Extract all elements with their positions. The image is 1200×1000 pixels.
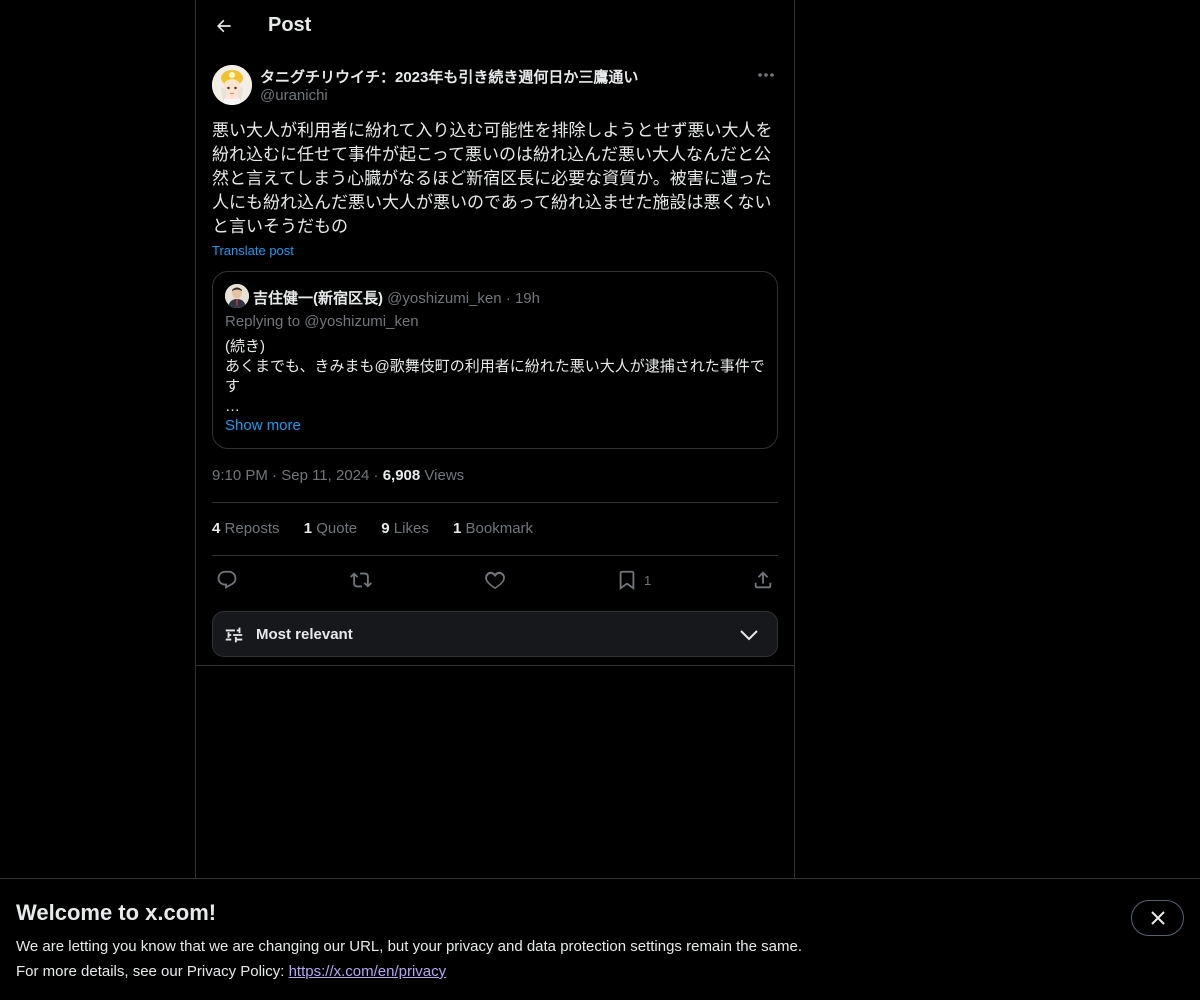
bookmark-icon bbox=[619, 570, 635, 591]
post-date[interactable]: Sep 11, 2024 bbox=[281, 467, 369, 484]
post-meta: 9:10 PM · Sep 11, 2024 · 6,908 Views bbox=[212, 467, 464, 484]
engagement-stats: 4 Reposts 1 Quote 9 Likes 1 Bookmark bbox=[212, 520, 553, 537]
main-column: Post タニグチリウイチ：2023年も引き続き週何日か三鷹通い @uranic… bbox=[195, 0, 795, 1000]
reply-icon bbox=[217, 570, 237, 589]
welcome-banner: Welcome to x.com! We are letting you kno… bbox=[0, 878, 1200, 1000]
share-icon bbox=[754, 571, 772, 589]
quote-meta: 吉住健一(新宿区長) @yoshizumi_ken · 19h bbox=[253, 287, 540, 308]
heart-icon bbox=[485, 571, 505, 589]
divider bbox=[212, 502, 778, 503]
like-button[interactable] bbox=[484, 566, 506, 594]
banner-close-button[interactable] bbox=[1131, 900, 1184, 936]
quotes-stat[interactable]: 1 Quote bbox=[304, 520, 357, 537]
reposts-stat[interactable]: 4 Reposts bbox=[212, 520, 280, 537]
banner-title: Welcome to x.com! bbox=[16, 900, 217, 925]
quote-replying-to: Replying to @yoshizumi_ken bbox=[225, 313, 419, 330]
section-divider bbox=[196, 665, 794, 666]
meta-separator: · bbox=[373, 467, 379, 484]
repost-icon bbox=[350, 572, 372, 588]
quote-time: 19h bbox=[514, 290, 540, 307]
author-avatar[interactable] bbox=[212, 65, 252, 105]
quote-author-name: 吉住健一(新宿区長) bbox=[253, 290, 383, 307]
sliders-icon bbox=[225, 627, 243, 643]
sort-replies-dropdown[interactable]: Most relevant bbox=[212, 611, 778, 657]
meta-separator: · bbox=[272, 467, 278, 484]
share-button[interactable] bbox=[752, 566, 774, 594]
translate-post-link[interactable]: Translate post bbox=[212, 243, 294, 258]
views-count: 6,908 bbox=[382, 467, 421, 484]
avatar-image bbox=[212, 65, 252, 105]
post-time[interactable]: 9:10 PM bbox=[212, 467, 268, 484]
likes-stat[interactable]: 9 Likes bbox=[381, 520, 429, 537]
bookmark-count: 1 bbox=[644, 572, 652, 588]
quote-text-line: あくまでも、きみまも@歌舞伎町の利用者に紛れた悪い大人が逮捕された事件です bbox=[225, 358, 765, 395]
banner-privacy-line: For more details, see our Privacy Policy… bbox=[16, 963, 446, 980]
quote-avatar-image bbox=[225, 284, 249, 308]
more-horizontal-icon bbox=[758, 73, 774, 77]
banner-privacy-prefix: For more details, see our Privacy Policy… bbox=[16, 963, 289, 980]
repost-button[interactable] bbox=[350, 566, 372, 594]
post-text: 悪い大人が利用者に紛れて入り込む可能性を排除しようとせず悪い大人を紛れ込むに任せ… bbox=[212, 121, 773, 236]
quote-text: (続き) あくまでも、きみまも@歌舞伎町の利用者に紛れた悪い大人が逮捕された事件… bbox=[225, 337, 767, 417]
post-author: タニグチリウイチ：2023年も引き続き週何日か三鷹通い @uranichi bbox=[212, 65, 778, 107]
page-header: Post bbox=[196, 0, 794, 53]
author-handle[interactable]: @uranichi bbox=[260, 87, 328, 104]
quote-author-handle: @yoshizumi_ken bbox=[387, 290, 502, 307]
quote-separator: · bbox=[505, 290, 511, 307]
sort-label: Most relevant bbox=[256, 626, 353, 643]
bookmark-button[interactable]: 1 bbox=[616, 566, 651, 594]
bookmarks-stat[interactable]: 1 Bookmark bbox=[453, 520, 533, 537]
reply-button[interactable] bbox=[216, 566, 238, 594]
author-name[interactable]: タニグチリウイチ：2023年も引き続き週何日か三鷹通い bbox=[260, 66, 638, 87]
divider bbox=[212, 555, 778, 556]
more-button[interactable] bbox=[754, 65, 778, 85]
arrow-left-icon bbox=[217, 19, 231, 33]
privacy-policy-link[interactable]: https://x.com/en/privacy bbox=[289, 963, 447, 980]
quote-text-line: (続き) bbox=[225, 338, 265, 355]
close-icon bbox=[1150, 911, 1165, 925]
quoted-post[interactable]: 吉住健一(新宿区長) @yoshizumi_ken · 19h Replying… bbox=[212, 271, 778, 449]
show-more-link[interactable]: Show more bbox=[225, 417, 301, 434]
quote-text-line: … bbox=[225, 398, 240, 415]
page-title: Post bbox=[268, 14, 312, 36]
back-button[interactable] bbox=[206, 8, 242, 44]
quote-author-avatar bbox=[225, 284, 249, 308]
views-label: Views bbox=[424, 467, 465, 484]
chevron-down-icon bbox=[740, 630, 758, 641]
banner-message: We are letting you know that we are chan… bbox=[16, 938, 802, 955]
